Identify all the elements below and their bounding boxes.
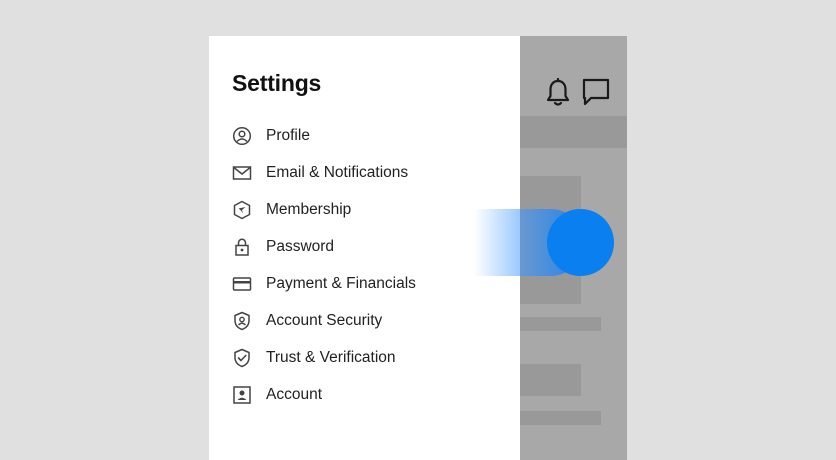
menu-item-trust-verification[interactable]: Trust & Verification [232,339,416,376]
menu-item-label: Account Security [266,311,383,329]
placeholder-line [520,411,601,425]
menu-item-label: Email & Notifications [266,163,409,181]
menu-item-label: Payment & Financials [266,274,416,292]
placeholder-bar [520,116,627,148]
membership-icon [232,200,252,220]
menu-item-payment-financials[interactable]: Payment & Financials [232,265,416,302]
lock-icon [232,237,252,257]
settings-menu: Profile Email & Notifications Membership… [232,117,416,413]
bell-icon[interactable] [545,77,571,108]
profile-icon [232,126,252,146]
menu-item-label: Password [266,237,335,255]
mail-icon [232,163,252,183]
menu-item-profile[interactable]: Profile [232,117,416,154]
swipe-gesture-touch-point[interactable] [547,209,614,276]
credit-card-icon [232,274,252,294]
shield-check-icon [232,348,252,368]
menu-item-membership[interactable]: Membership [232,191,416,228]
menu-item-label: Trust & Verification [266,348,396,366]
account-card-icon [232,385,252,405]
menu-item-label: Profile [266,126,310,144]
menu-item-account[interactable]: Account [232,376,416,413]
menu-item-label: Membership [266,200,352,218]
menu-item-email-notifications[interactable]: Email & Notifications [232,154,416,191]
menu-item-label: Account [266,385,323,403]
menu-item-password[interactable]: Password [232,228,416,265]
shield-user-icon [232,311,252,331]
placeholder-block [520,364,581,396]
menu-item-account-security[interactable]: Account Security [232,302,416,339]
chat-icon[interactable] [581,77,611,107]
placeholder-line [520,317,601,331]
drawer-title: Settings [232,70,322,96]
